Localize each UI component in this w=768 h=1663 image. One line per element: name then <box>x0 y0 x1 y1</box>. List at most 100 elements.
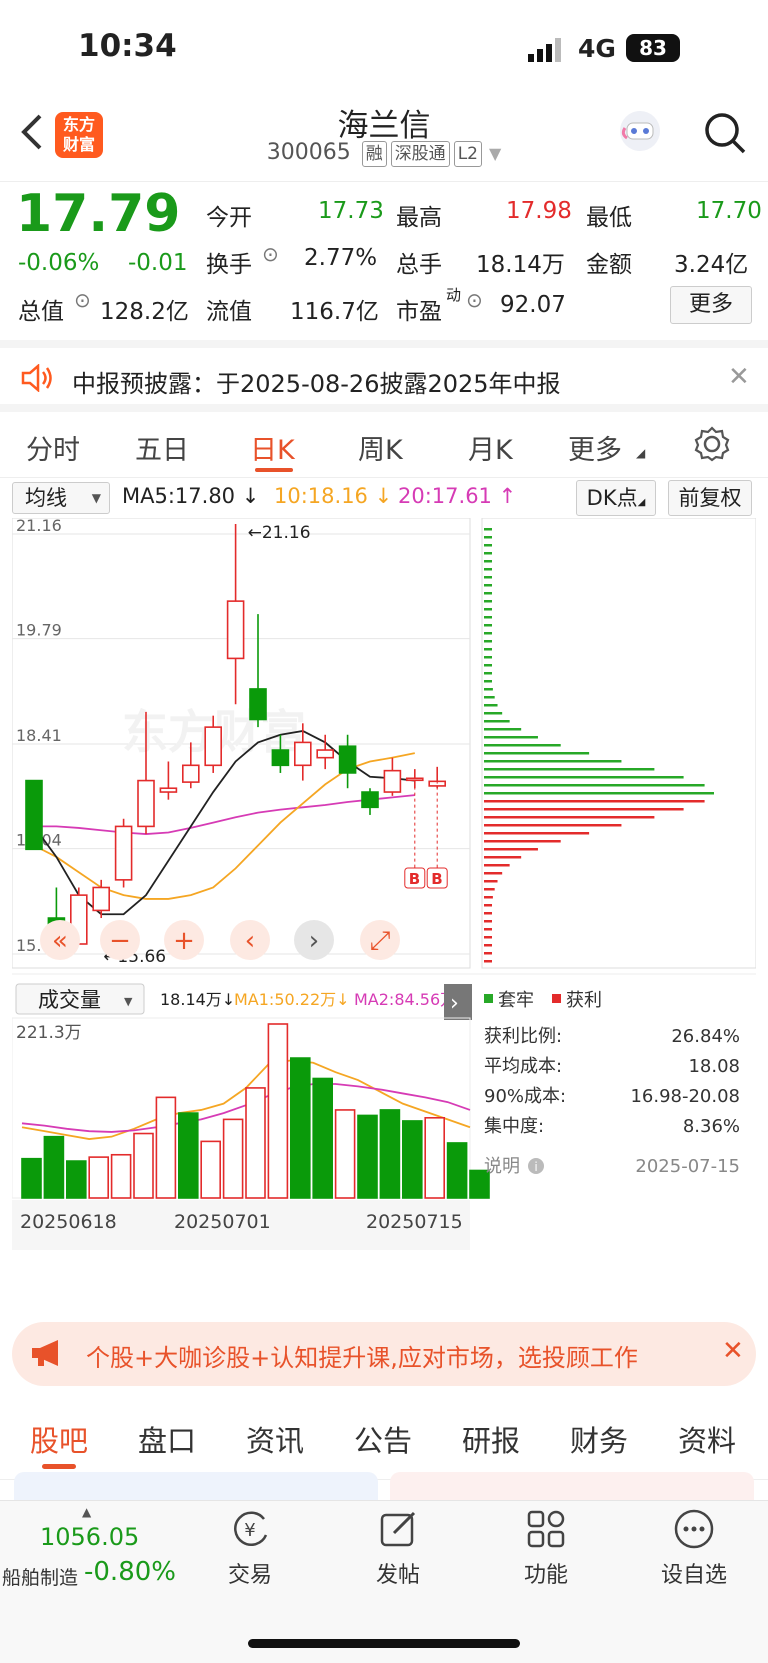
chart-svg[interactable]: 21.1619.7918.4117.0415.66东方财富←21.16←15.6… <box>11 516 757 1308</box>
low-label: 最低 <box>586 205 632 231</box>
prev-icon[interactable]: ‹ <box>245 926 255 956</box>
gear-icon[interactable] <box>694 426 730 466</box>
network-label: 4G <box>578 34 616 63</box>
nav-post-label: 发帖 <box>375 1563 420 1588</box>
info-icon: i <box>534 1160 537 1174</box>
chip-bar <box>484 808 684 811</box>
candle-body <box>338 745 357 774</box>
mktcap-label: 总值 <box>18 299 64 325</box>
chip-bar <box>484 568 492 571</box>
chip-bar <box>484 928 492 931</box>
chart-area: 21.1619.7918.4117.0415.66东方财富←21.16←15.6… <box>11 516 757 1308</box>
battery-icon: 83 <box>626 34 680 62</box>
nav-trade-label: 交易 <box>227 1563 272 1588</box>
legend-swatch-profit <box>552 994 561 1003</box>
candle-body <box>271 749 290 767</box>
nav-add-watchlist[interactable]: 设自选 <box>634 1507 754 1589</box>
chip-bar <box>484 536 492 539</box>
tab-forum[interactable]: 股吧 <box>30 1418 88 1460</box>
tab-more[interactable]: 更多 <box>568 428 622 467</box>
chip-bar <box>484 944 492 947</box>
fullscreen-icon[interactable]: ⤢ <box>370 926 391 956</box>
volume-max-label: 221.3万 <box>16 1023 82 1043</box>
candle-body <box>114 825 133 881</box>
grid-icon <box>527 1510 565 1548</box>
pe-dots-icon[interactable]: ⊙ <box>466 288 483 312</box>
dropdown-arrow-icon[interactable]: ▼ <box>489 144 501 163</box>
edit-icon <box>380 1511 416 1547</box>
next-icon[interactable]: › <box>309 926 319 956</box>
promo-banner[interactable]: 个股+大咖诊股+认知提升课,应对市场，选投顾工作 ✕ <box>12 1322 756 1386</box>
tab-intraday[interactable]: 分时 <box>26 428 80 467</box>
chip-stat-label: 获利比例: <box>484 1026 562 1047</box>
close-icon[interactable]: ✕ <box>728 362 750 392</box>
chip-bar <box>484 896 493 899</box>
chip-bar <box>484 640 492 643</box>
x-label: 20250701 <box>174 1211 271 1233</box>
index-change: -0.80% <box>84 1557 176 1587</box>
info-dots-icon[interactable]: ⊙ <box>262 242 279 266</box>
chip-bar <box>484 768 655 771</box>
chip-note-label: 说明 <box>484 1156 520 1177</box>
legend-swatch-trapped <box>484 994 493 1003</box>
zoom-out-icon[interactable]: − <box>109 926 131 956</box>
promo-close-icon[interactable]: ✕ <box>722 1336 744 1366</box>
chip-stat-value: 26.84% <box>671 1026 740 1047</box>
ma5-value: MA5:17.80 ↓ <box>122 484 260 508</box>
search-icon[interactable] <box>702 110 748 160</box>
more-button[interactable]: 更多 <box>670 286 752 324</box>
candle-body <box>361 791 379 809</box>
tab-orderbook[interactable]: 盘口 <box>138 1418 196 1460</box>
index-name[interactable]: 船舶制造 <box>2 1563 78 1590</box>
battery-level: 83 <box>639 36 667 60</box>
candle-body <box>293 741 312 767</box>
tab-monthly[interactable]: 月K <box>468 428 513 467</box>
volume-bar <box>334 1109 356 1199</box>
chevron-right-icon[interactable]: › <box>450 991 459 1016</box>
chip-bar <box>484 936 492 939</box>
volume-bar <box>357 1114 378 1199</box>
tab-five-day[interactable]: 五日 <box>135 428 189 467</box>
chip-bar <box>484 688 493 691</box>
signal-label: B <box>409 870 420 888</box>
nav-post[interactable]: 发帖 <box>338 1507 458 1589</box>
volume-bar <box>446 1142 468 1199</box>
mktcap-dots-icon[interactable]: ⊙ <box>74 288 91 312</box>
robot-avatar-icon[interactable] <box>617 108 663 158</box>
index-value[interactable]: 1056.05 <box>40 1523 139 1551</box>
speaker-icon <box>20 363 54 396</box>
amount-value: 3.24亿 <box>674 252 749 278</box>
tab-news[interactable]: 资讯 <box>246 1418 304 1460</box>
tag-connect: 深股通 <box>390 141 450 167</box>
volume-bar <box>110 1153 132 1199</box>
notice-bar[interactable]: 中报预披露：于2025-08-26披露2025年中报 ✕ <box>0 340 768 412</box>
volume-caret-icon: ▼ <box>124 995 133 1008</box>
zoom-in-icon[interactable]: + <box>173 926 195 956</box>
legend-profit: 获利 <box>566 990 602 1011</box>
volume-bar <box>88 1156 109 1199</box>
nav-functions[interactable]: 功能 <box>486 1507 606 1589</box>
high-label: 最高 <box>396 205 442 231</box>
tab-profile[interactable]: 资料 <box>678 1418 736 1460</box>
adjust-button[interactable]: 前复权 <box>668 480 752 516</box>
chip-bar <box>484 592 492 595</box>
rewind-icon[interactable]: « <box>52 926 68 956</box>
y-tick-label: 21.16 <box>16 518 62 535</box>
tab-announcements[interactable]: 公告 <box>354 1418 412 1460</box>
volume-bar <box>155 1096 177 1199</box>
x-label: 20250715 <box>366 1211 463 1233</box>
stock-code: 300065 <box>266 140 351 165</box>
tab-daily[interactable]: 日K <box>250 428 295 467</box>
ma-row: 均线 ▼ MA5:17.80 ↓ 10:18.16 ↓ 20:17.61 ↑ D… <box>0 478 768 520</box>
tab-finance[interactable]: 财务 <box>570 1418 628 1460</box>
chip-bar <box>484 832 590 835</box>
low-value: 17.70 <box>696 198 762 224</box>
ma-selector[interactable]: 均线 ▼ <box>12 482 110 514</box>
tab-research[interactable]: 研报 <box>462 1418 520 1460</box>
volume-bar <box>43 1135 65 1199</box>
change-pct: -0.06% <box>18 250 100 276</box>
dk-button[interactable]: DK点◢ <box>576 480 656 516</box>
nav-trade[interactable]: ¥ 交易 <box>190 1507 310 1589</box>
volume-bar <box>133 1132 154 1199</box>
tab-weekly[interactable]: 周K <box>358 428 403 467</box>
